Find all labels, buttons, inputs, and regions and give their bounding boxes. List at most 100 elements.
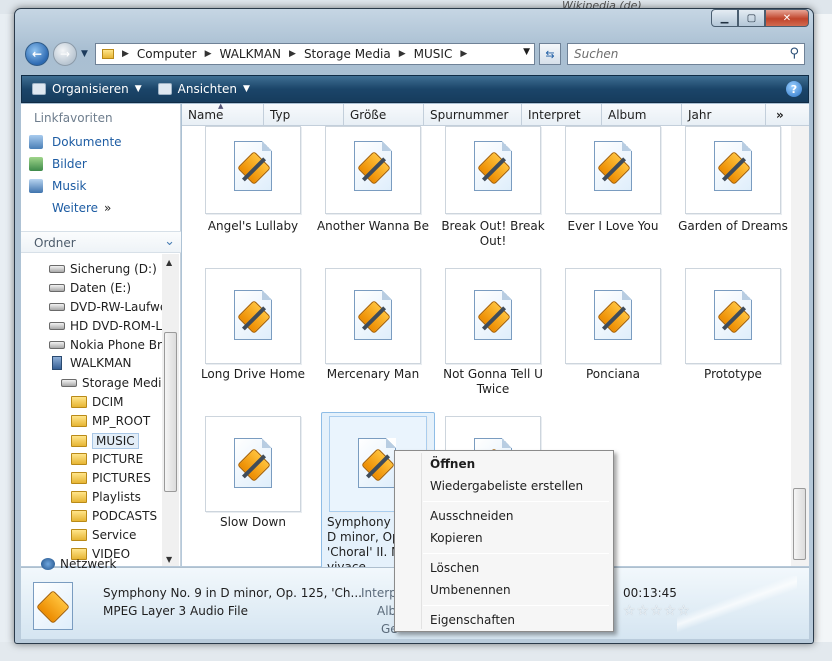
organize-button[interactable]: Organisieren ▼ xyxy=(32,82,142,96)
tree-item-dvd-rw[interactable]: DVD-RW-Laufwe xyxy=(49,300,167,314)
tree-label: MUSIC xyxy=(92,433,139,449)
tree-item-picture[interactable]: PICTURE xyxy=(71,452,143,466)
column-label: Album xyxy=(608,108,647,122)
file-thumbnail xyxy=(205,268,301,364)
favorite-pictures[interactable]: Bilder xyxy=(29,157,87,171)
folders-header[interactable]: Ordner ⌄ xyxy=(21,231,181,253)
tree-item-storage-media[interactable]: Storage Media xyxy=(61,376,169,390)
background-bottom xyxy=(0,642,832,661)
scroll-up-icon[interactable]: ▲ xyxy=(166,258,172,267)
tree-item-nokia[interactable]: Nokia Phone Bro xyxy=(49,338,169,352)
vlc-file-icon xyxy=(234,438,272,488)
decorative-swoosh xyxy=(677,576,797,634)
help-button[interactable]: ? xyxy=(786,81,802,97)
scrollbar-thumb[interactable] xyxy=(164,332,177,492)
menu-item-delete[interactable]: Löschen xyxy=(398,558,610,580)
tree-item-sicherung[interactable]: Sicherung (D:) xyxy=(49,262,157,276)
folder-icon xyxy=(71,510,87,522)
favorite-label: Musik xyxy=(52,179,87,193)
tree-item-mp-root[interactable]: MP_ROOT xyxy=(71,414,150,428)
favorite-documents[interactable]: Dokumente xyxy=(29,135,122,149)
drive-icon xyxy=(49,284,65,292)
menu-separator xyxy=(423,553,609,554)
breadcrumb-music[interactable]: MUSIC xyxy=(414,47,453,61)
close-button[interactable]: ✕ xyxy=(765,9,809,27)
file-thumbnail xyxy=(685,268,781,364)
column-header-type[interactable]: Typ xyxy=(264,104,344,126)
favorites-more-link[interactable]: Weitere » xyxy=(52,201,111,215)
views-button[interactable]: Ansichten ▼ xyxy=(157,82,250,96)
tree-item-hd-dvd[interactable]: HD DVD-ROM-L xyxy=(49,319,162,333)
tree-item-playlists[interactable]: Playlists xyxy=(71,490,141,504)
search-input[interactable]: Suchen ⚲ xyxy=(567,43,805,65)
organize-label: Organisieren xyxy=(52,82,129,96)
chevron-right-icon[interactable]: ▶ xyxy=(399,49,406,59)
tree-item-music[interactable]: MUSIC xyxy=(71,433,139,449)
file-thumbnail xyxy=(325,126,421,214)
column-label: Größe xyxy=(350,108,387,122)
menu-item-rename[interactable]: Umbenennen xyxy=(398,580,610,602)
menu-item-create-playlist[interactable]: Wiedergabeliste erstellen xyxy=(398,476,610,498)
address-dropdown-icon[interactable]: ▼ xyxy=(523,47,530,57)
chevron-down-icon: ▼ xyxy=(134,84,142,94)
forward-button[interactable]: → xyxy=(53,42,77,66)
folder-tree-scrollbar[interactable]: ▲ ▼ xyxy=(162,254,179,566)
breadcrumb-storage-media[interactable]: Storage Media xyxy=(304,47,391,61)
tree-item-dcim[interactable]: DCIM xyxy=(71,395,124,409)
vlc-file-icon xyxy=(234,290,272,340)
favorite-music[interactable]: Musik xyxy=(29,179,87,193)
command-bar: Organisieren ▼ Ansichten ▼ ? xyxy=(21,75,809,103)
search-icon[interactable]: ⚲ xyxy=(789,46,799,61)
tree-item-pictures[interactable]: PICTURES xyxy=(71,471,151,485)
context-menu: Öffnen Wiedergabeliste erstellen Ausschn… xyxy=(394,450,614,632)
breadcrumb-computer[interactable]: Computer xyxy=(137,47,197,61)
tree-item-daten[interactable]: Daten (E:) xyxy=(49,281,131,295)
chevron-right-icon[interactable]: ▶ xyxy=(205,49,212,59)
address-bar[interactable]: ▶ Computer ▶ WALKMAN ▶ Storage Media ▶ M… xyxy=(95,43,535,65)
drive-icon xyxy=(49,341,65,349)
column-header-name[interactable]: ▲ Name xyxy=(182,102,264,126)
maximize-button[interactable]: ▢ xyxy=(738,9,765,27)
tree-label: DCIM xyxy=(92,395,124,409)
tree-item-podcasts[interactable]: PODCASTS xyxy=(71,509,157,523)
favorite-label: Dokumente xyxy=(52,135,122,149)
minimize-button[interactable]: ▁ xyxy=(711,9,738,27)
details-duration: 00:13:45 xyxy=(623,586,677,600)
back-button[interactable]: ← xyxy=(25,42,49,66)
breadcrumb-walkman[interactable]: WALKMAN xyxy=(220,47,282,61)
chevron-right-icon[interactable]: ▶ xyxy=(289,49,296,59)
vlc-file-icon xyxy=(714,290,752,340)
tree-label: Netzwerk xyxy=(60,557,117,571)
menu-item-cut[interactable]: Ausschneiden xyxy=(398,506,610,528)
menu-item-open[interactable]: Öffnen xyxy=(398,454,610,476)
column-header-artist[interactable]: Interpret xyxy=(522,104,602,126)
vlc-file-icon xyxy=(354,141,392,191)
tree-item-network[interactable]: Netzwerk xyxy=(41,557,116,571)
refresh-button[interactable]: ⇆ xyxy=(539,43,561,65)
documents-icon xyxy=(29,135,43,149)
file-list-scrollbar[interactable] xyxy=(791,126,809,566)
more-columns-button[interactable]: » xyxy=(766,104,809,126)
file-thumbnail xyxy=(565,126,661,214)
vlc-file-icon xyxy=(33,582,73,630)
tree-item-service[interactable]: Service xyxy=(71,528,136,542)
sort-ascending-icon: ▲ xyxy=(218,102,224,110)
tree-item-walkman[interactable]: WALKMAN xyxy=(49,356,132,370)
chevron-right-icon[interactable]: ▶ xyxy=(460,49,467,59)
scroll-down-icon[interactable]: ▼ xyxy=(166,555,172,564)
menu-item-copy[interactable]: Kopieren xyxy=(398,528,610,550)
file-thumbnail xyxy=(685,126,781,214)
column-header-album[interactable]: Album xyxy=(602,104,682,126)
column-header-year[interactable]: Jahr xyxy=(682,104,766,126)
column-header-size[interactable]: Größe xyxy=(344,104,424,126)
maximize-icon: ▢ xyxy=(746,12,757,24)
file-name: Slow Down xyxy=(220,515,286,529)
column-label: Name xyxy=(188,108,224,122)
chevron-right-icon[interactable]: ▶ xyxy=(122,49,129,59)
file-thumbnail xyxy=(445,126,541,214)
scrollbar-thumb[interactable] xyxy=(793,488,806,560)
menu-item-properties[interactable]: Eigenschaften xyxy=(398,610,610,632)
recent-pages-dropdown[interactable]: ▼ xyxy=(81,49,88,59)
file-name: Long Drive Home xyxy=(200,367,306,381)
column-header-track[interactable]: Spurnummer xyxy=(424,104,522,126)
